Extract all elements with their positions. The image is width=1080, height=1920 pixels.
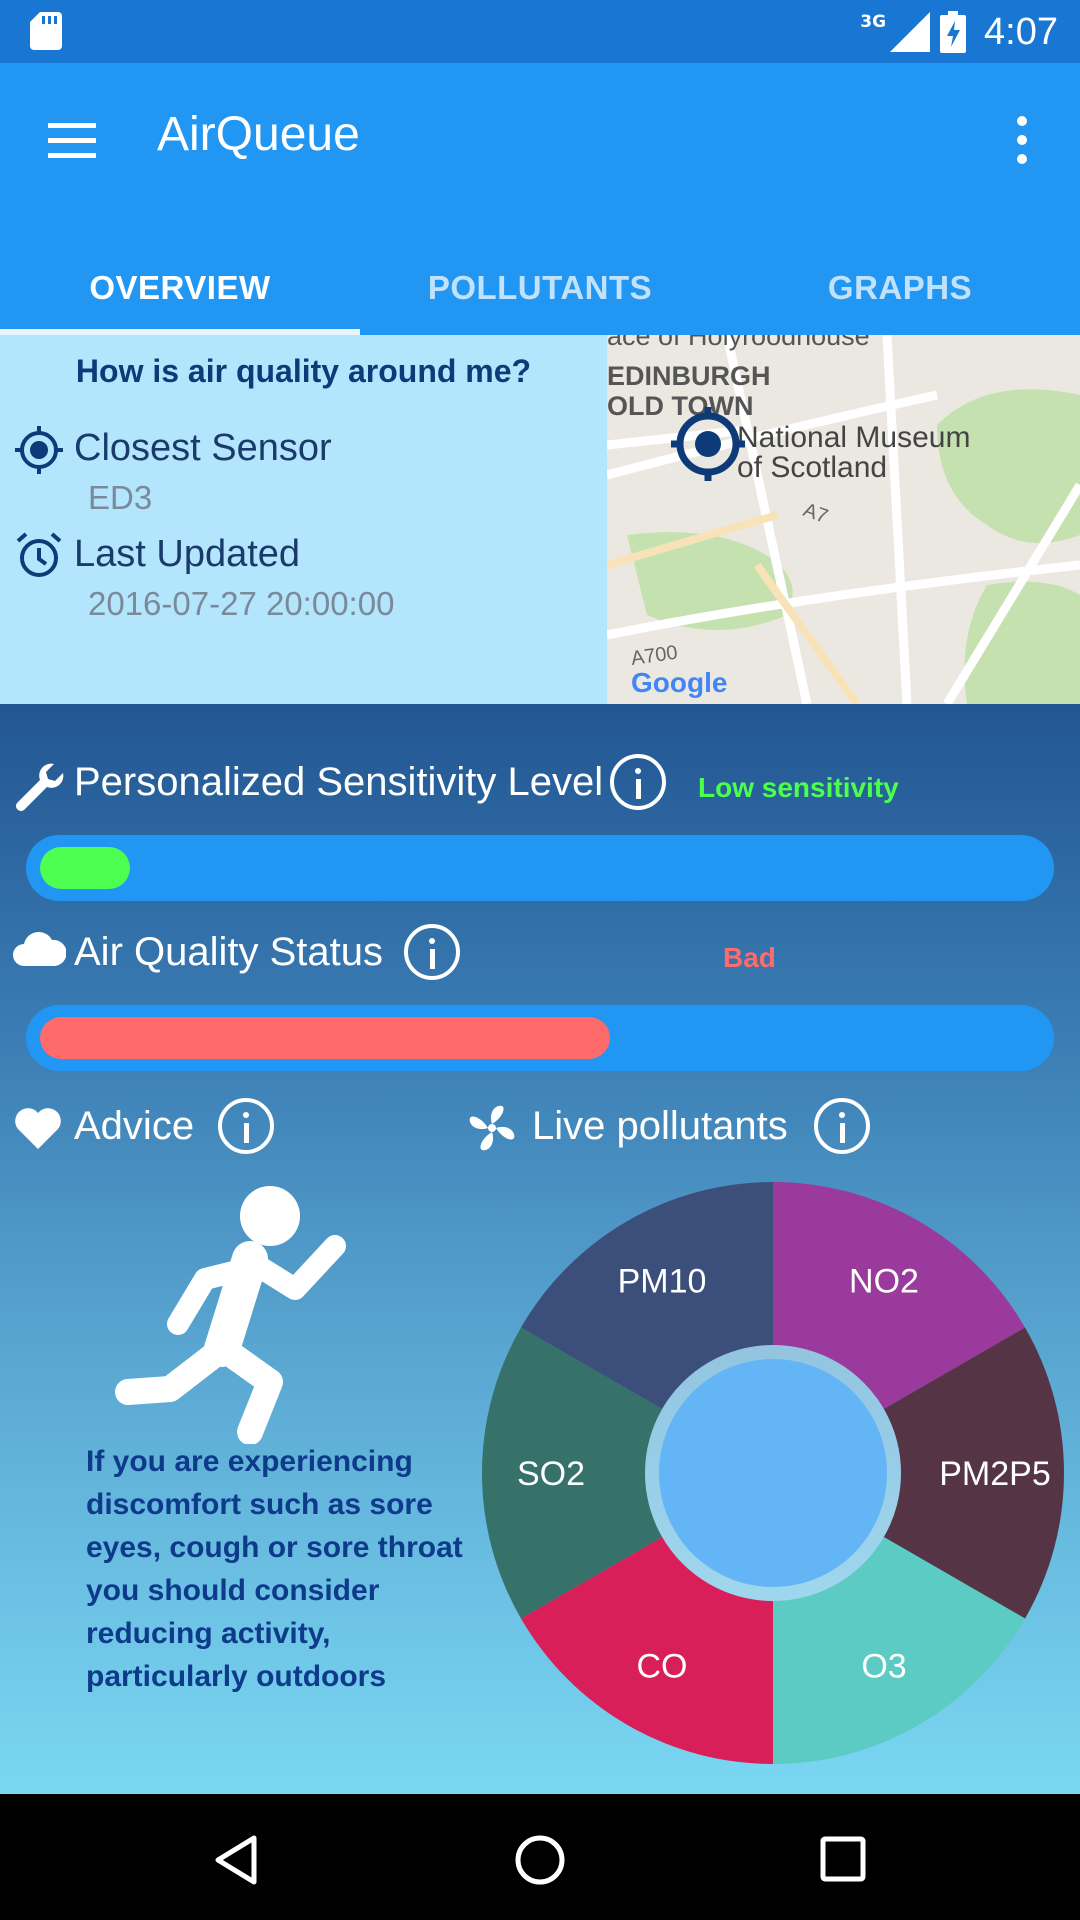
recents-icon[interactable] — [820, 1836, 866, 1882]
map-label: OLD TOWN — [607, 391, 753, 421]
pollutants-donut-chart: NO2 PM2P5 O3 CO SO2 PM10 — [482, 1182, 1064, 1764]
clock: 4:07 — [984, 10, 1058, 53]
sensitivity-title: Personalized Sensitivity Level — [74, 760, 604, 804]
sensor-info-panel: How is air quality around me? Closest Se… — [0, 335, 607, 704]
closest-sensor-label: Closest Sensor — [74, 427, 332, 469]
advice-title: Advice — [74, 1104, 195, 1148]
map-label: of Scotland — [737, 451, 887, 484]
cloud-icon — [13, 931, 66, 966]
sensitivity-bar-fill — [40, 847, 130, 889]
app-bar: AirQueue OVERVIEW POLLUTANTS GRAPHS — [0, 63, 1080, 335]
sd-card-icon — [30, 12, 62, 50]
navigation-bar — [0, 1794, 1080, 1920]
wrench-icon — [15, 763, 64, 811]
tab-graphs[interactable]: GRAPHS — [720, 248, 1080, 335]
network-type: 3G — [860, 12, 887, 32]
map-label: ace of Holyroodhouse — [607, 335, 870, 351]
sensitivity-info-icon[interactable] — [610, 754, 666, 810]
location-target-icon — [15, 426, 63, 474]
donut-center — [659, 1359, 887, 1587]
running-person-icon — [115, 1186, 346, 1444]
app-title: AirQueue — [157, 108, 360, 161]
air-quality-bar — [26, 1005, 1054, 1071]
live-pollutants-info-icon[interactable] — [814, 1098, 870, 1154]
tab-bar: OVERVIEW POLLUTANTS GRAPHS — [0, 248, 1080, 335]
live-pollutants-title: Live pollutants — [532, 1104, 788, 1148]
donut-label-co: CO — [637, 1647, 688, 1685]
signal-icon — [890, 12, 931, 52]
sensitivity-level-text: Low sensitivity — [698, 772, 899, 803]
sensor-map[interactable]: ace of Holyroodhouse EDINBURGH OLD TOWN … — [607, 335, 1080, 704]
advice-text: If you are experiencing discomfort such … — [86, 1445, 463, 1693]
air-quality-bar-fill — [40, 1017, 610, 1059]
donut-label-so2: SO2 — [517, 1455, 585, 1493]
tab-overview[interactable]: OVERVIEW — [0, 248, 360, 335]
alarm-clock-icon — [16, 532, 62, 577]
hamburger-menu-icon[interactable] — [46, 117, 100, 163]
donut-label-no2: NO2 — [849, 1263, 919, 1301]
advice-info-icon[interactable] — [218, 1098, 274, 1154]
back-icon[interactable] — [212, 1834, 260, 1886]
status-bar: 3G 4:07 — [0, 0, 1080, 63]
closest-sensor-value: ED3 — [88, 479, 153, 516]
more-vert-icon[interactable] — [1004, 113, 1040, 169]
sensitivity-bar — [26, 835, 1054, 901]
map-label: EDINBURGH — [607, 361, 771, 391]
donut-label-pm10: PM10 — [618, 1263, 707, 1301]
air-quality-level-text: Bad — [723, 942, 776, 973]
fan-icon — [469, 1105, 515, 1151]
question-heading: How is air quality around me? — [75, 353, 532, 389]
last-updated-label: Last Updated — [74, 533, 301, 575]
donut-label-pm2p5: PM2P5 — [939, 1455, 1051, 1493]
air-quality-title: Air Quality Status — [74, 930, 384, 974]
last-updated-value: 2016-07-27 20:00:00 — [88, 585, 395, 622]
tab-pollutants[interactable]: POLLUTANTS — [360, 248, 720, 335]
battery-charging-icon — [940, 11, 967, 53]
map-label: National Museum — [737, 421, 970, 454]
donut-label-o3: O3 — [861, 1647, 906, 1685]
map-canvas: ace of Holyroodhouse EDINBURGH OLD TOWN … — [607, 335, 1080, 704]
heart-icon — [15, 1108, 61, 1149]
air-quality-info-icon[interactable] — [404, 924, 460, 980]
google-watermark: Google — [631, 667, 727, 698]
home-icon[interactable] — [514, 1834, 566, 1886]
